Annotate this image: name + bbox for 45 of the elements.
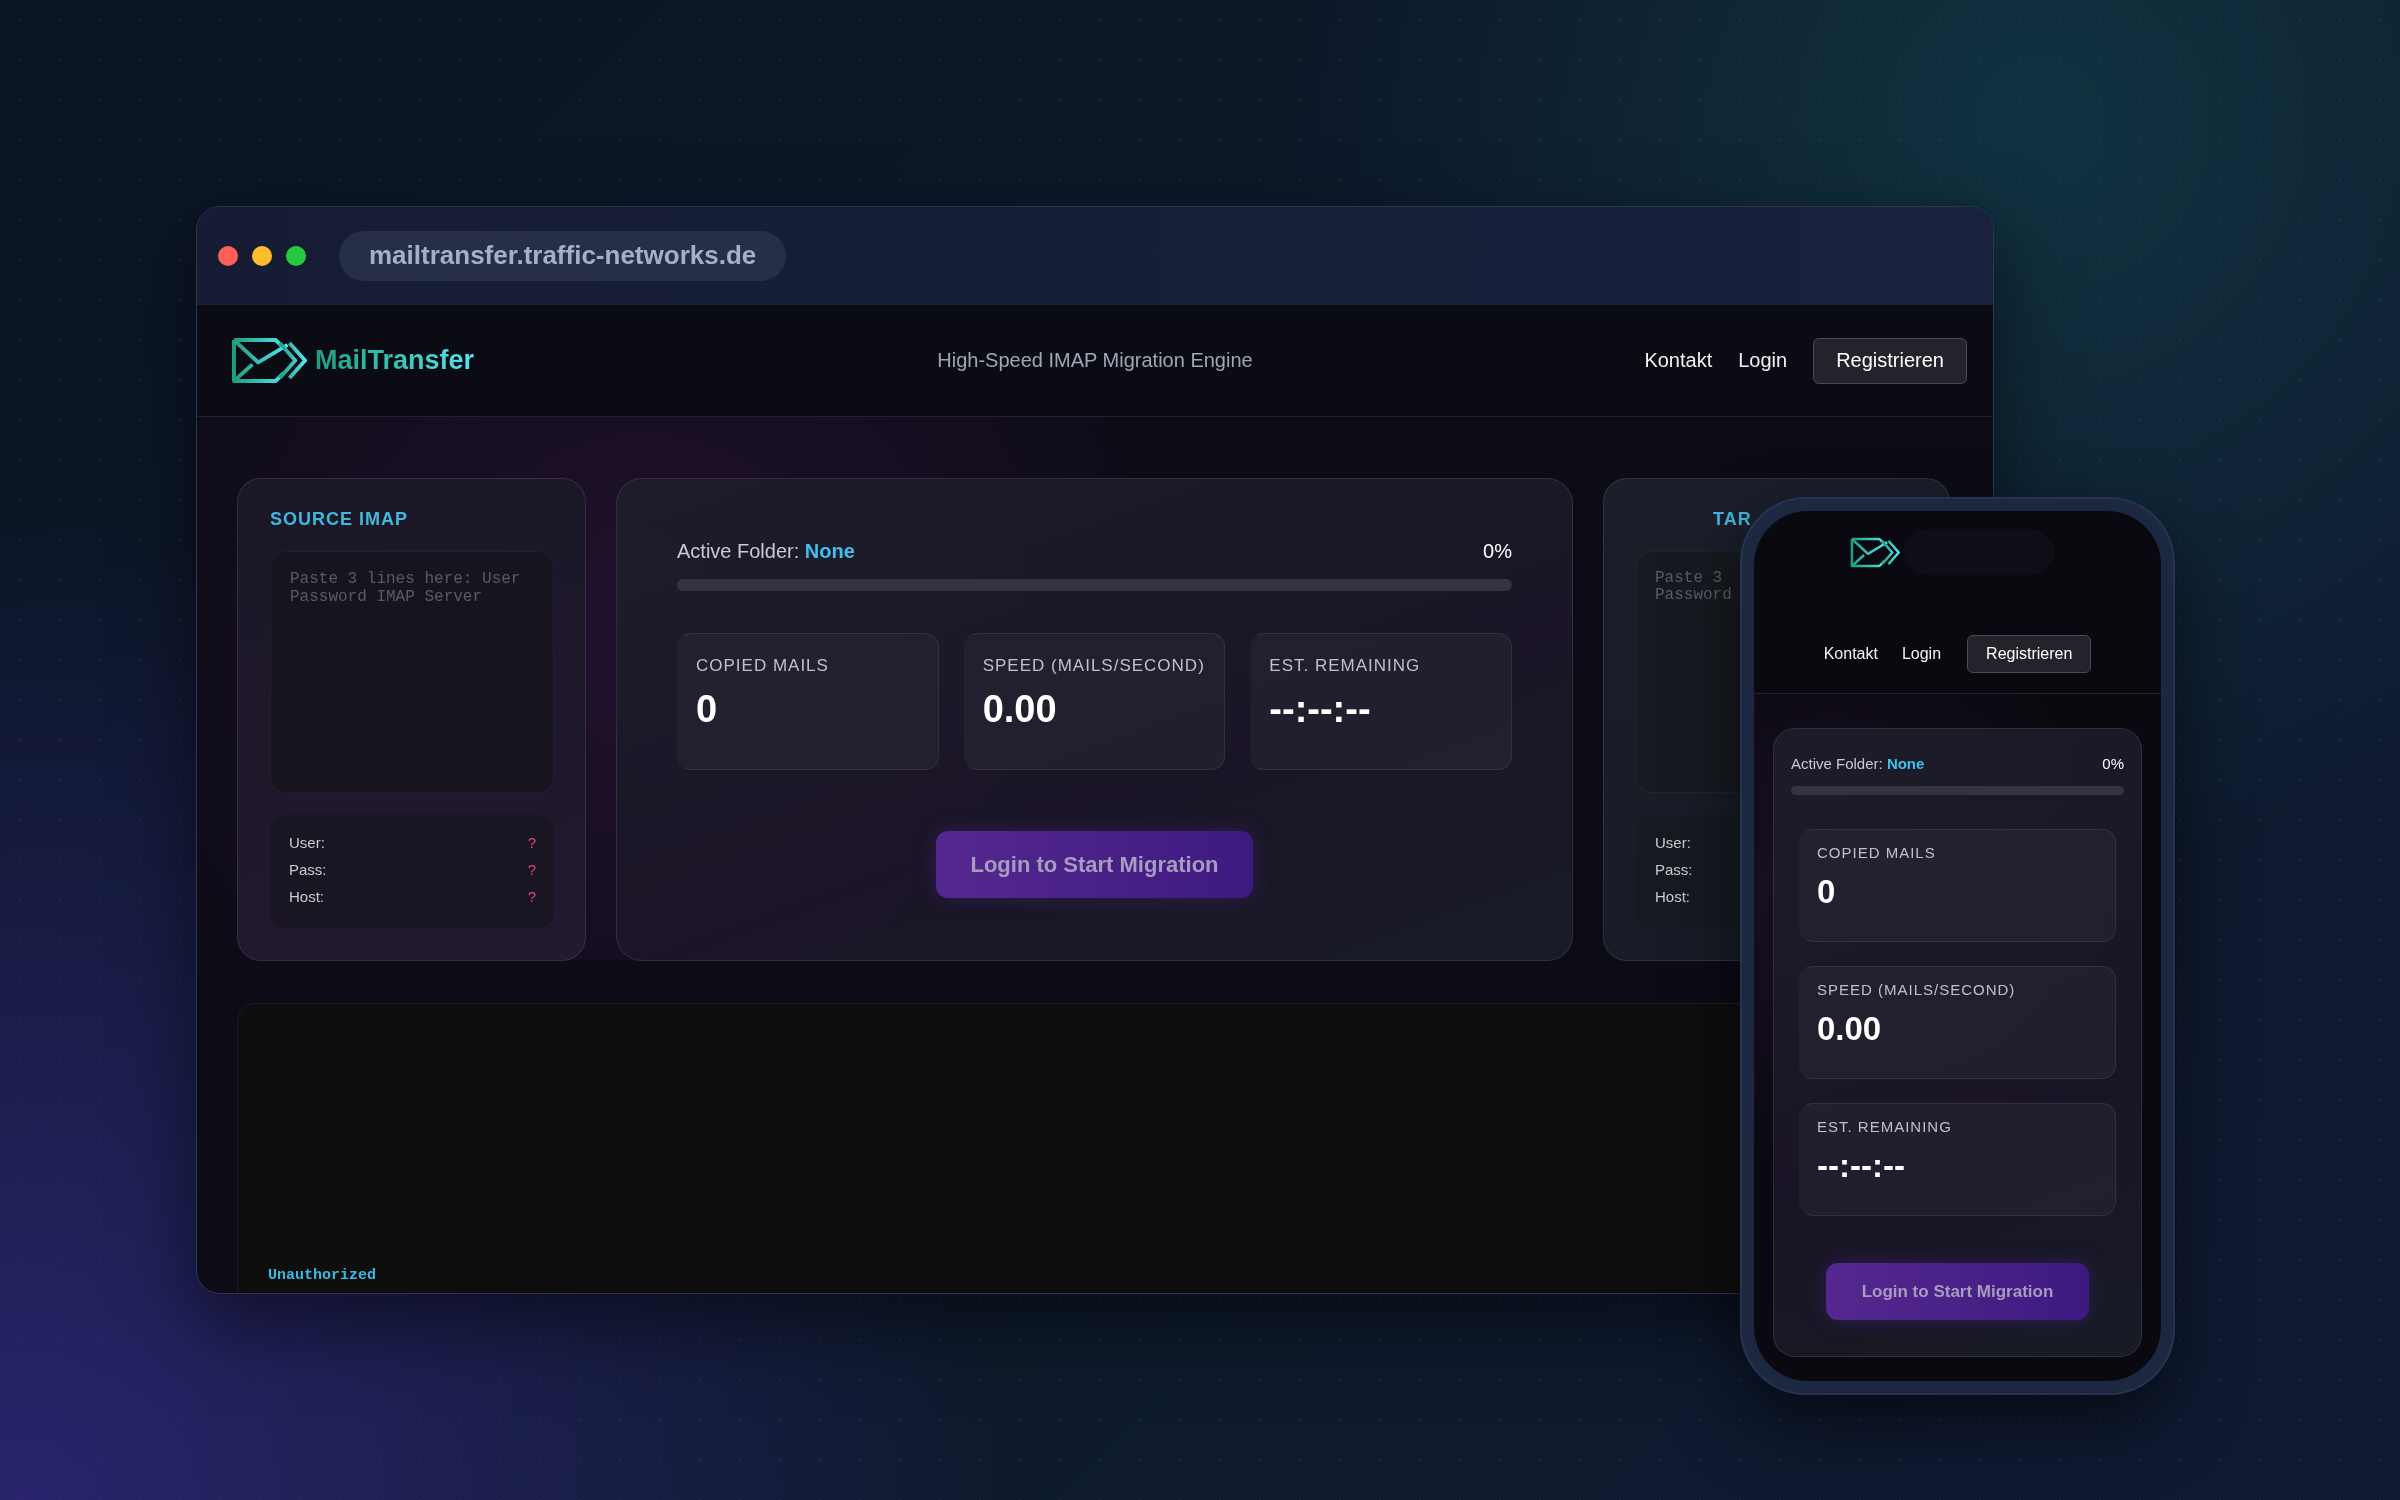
register-button[interactable]: Registrieren [1967,635,2092,673]
stat-value: 0 [1817,873,1837,911]
register-button[interactable]: Registrieren [1813,337,1967,384]
nav-link[interactable]: Kontakt [1823,645,1878,663]
stat-label: SPEED (MAILS/SECOND) [1817,981,2017,998]
minimize-window-icon[interactable] [252,245,272,266]
field-label: Pass: [1655,860,1693,880]
stat-label: SPEED (MAILS/SECOND) [982,656,1206,676]
nav-link[interactable]: Kontakt [1644,349,1713,372]
start-migration-button[interactable]: Login to Start Migration [1826,1263,2089,1320]
maximize-window-icon[interactable] [286,245,306,266]
stat-value: --:--:-- [1817,1147,1906,1185]
panel-title: TAR [1712,509,1753,531]
tagline: High-Speed IMAP Migration Engine [937,349,1253,371]
credentials-field[interactable]: Paste 3 Password [1636,551,1740,793]
progress-percent: 0% [2102,755,2124,772]
field-label: Pass: [289,860,327,880]
stat-value: --:--:-- [1269,688,1372,731]
credentials-field[interactable]: Paste 3 lines here: User Password IMAP Server [270,551,554,793]
active-folder-label: Active Folder: None [1791,755,1925,772]
stat-label: EST. REMAINING [1817,1118,1953,1135]
field-value: ? [527,860,536,880]
stat-label: EST. REMAINING [1269,656,1422,676]
envelope-logo-icon [231,337,307,384]
address-bar[interactable]: mailtransfer.traffic-networks.de [339,230,787,281]
field-label: User: [1655,833,1691,853]
stat-value: 0.00 [982,688,1058,731]
field-label: Host: [289,887,324,907]
stat-label: COPIED MAILS [1817,844,1937,861]
stat-value: 0.00 [1817,1010,1883,1048]
envelope-logo-icon [1850,537,1900,568]
panel-title: SOURCE IMAP [270,509,409,531]
start-migration-button[interactable]: Login to Start Migration [936,831,1253,898]
stat-label: COPIED MAILS [696,656,830,676]
field-label: Host: [1655,887,1690,907]
close-window-icon[interactable] [218,245,238,266]
field-value: ? [527,833,536,853]
stat-value: 0 [696,688,719,731]
nav-link[interactable]: Login [1901,645,1942,663]
field-label: User: [289,833,325,853]
nav-link[interactable]: Login [1738,349,1788,372]
field-value: ? [527,887,536,907]
active-folder-label: Active Folder: None [677,540,855,563]
console-status: Unauthorized [268,1267,377,1284]
progress-percent: 0% [1483,540,1512,563]
